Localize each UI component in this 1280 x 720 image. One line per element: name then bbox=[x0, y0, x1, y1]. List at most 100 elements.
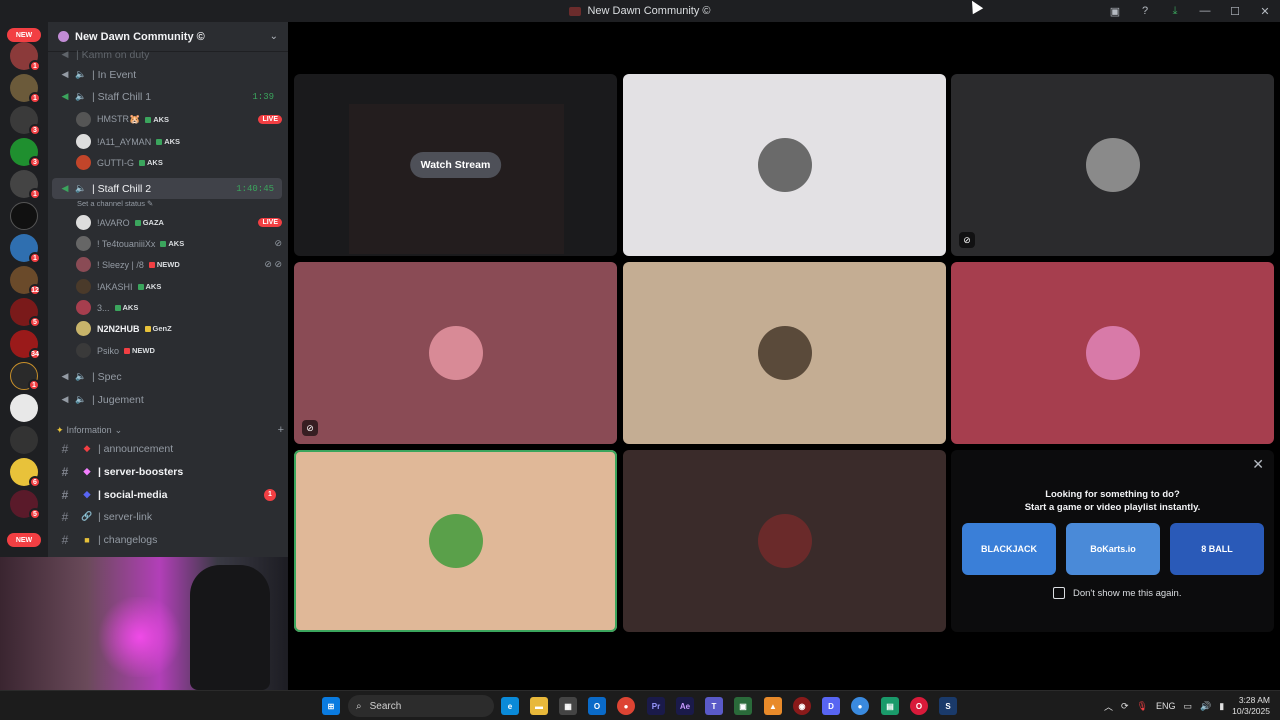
server-icon[interactable]: 3 bbox=[10, 138, 41, 168]
voice-channel[interactable]: ◀ | Kamm on duty bbox=[52, 44, 282, 65]
channel-status[interactable]: Set a channel status ✎ bbox=[77, 199, 153, 208]
server-badge: 5 bbox=[29, 508, 41, 520]
text-channel[interactable]: # ◆ | server-boosters bbox=[52, 461, 282, 482]
chevron-down-icon[interactable]: ⌄ bbox=[270, 31, 278, 42]
voice-user[interactable]: 3... AKS bbox=[76, 297, 282, 318]
participant-tile[interactable] bbox=[623, 74, 946, 256]
voice-user[interactable]: ! Sleezy | /8 NEWD ⊘ ⊘ bbox=[76, 254, 282, 275]
text-channel[interactable]: # ◆ | announcement bbox=[52, 438, 282, 459]
game-card-8ball[interactable]: 8 BALL bbox=[1170, 523, 1264, 575]
voice-icon: ◀ bbox=[61, 183, 69, 193]
new-pill[interactable]: NEW bbox=[7, 533, 41, 547]
server-icon[interactable]: 5 bbox=[10, 490, 41, 520]
watch-stream-button[interactable]: Watch Stream bbox=[409, 152, 502, 178]
server-icon[interactable]: 1 bbox=[10, 170, 41, 200]
voice-user[interactable]: !AVARO GAZA LIVE bbox=[76, 212, 282, 233]
sparkle-icon: ✦ bbox=[56, 424, 64, 435]
server-icon[interactable] bbox=[10, 426, 38, 454]
app-icon[interactable]: ▣ bbox=[734, 697, 752, 715]
participant-tile[interactable] bbox=[294, 450, 617, 632]
taskbar-search[interactable]: ⌕ Search bbox=[348, 695, 494, 717]
sync-icon[interactable]: ⟳ bbox=[1121, 701, 1129, 712]
game-card-bokarts[interactable]: BoKarts.io bbox=[1066, 523, 1160, 575]
outlook-icon[interactable]: O bbox=[588, 697, 606, 715]
voice-channel[interactable]: ◀ 🔈 | Jugement bbox=[52, 389, 282, 410]
chevron-up-icon[interactable]: ︿ bbox=[1104, 700, 1113, 713]
voice-user[interactable]: Psiko NEWD bbox=[76, 340, 282, 361]
store-icon[interactable]: ▦ bbox=[559, 697, 577, 715]
new-pill[interactable]: NEW bbox=[7, 28, 41, 42]
network-icon[interactable]: ▭ bbox=[1183, 701, 1192, 712]
stream-tile[interactable]: Watch Stream bbox=[294, 74, 617, 256]
chrome-icon[interactable]: ● bbox=[617, 697, 635, 715]
download-icon[interactable]: ⤓ bbox=[1160, 0, 1190, 22]
discord-icon[interactable]: D bbox=[822, 697, 840, 715]
dont-show-checkbox[interactable]: Don't show me this again. bbox=[1053, 587, 1181, 599]
voice-channel[interactable]: ◀ 🔈 | In Event bbox=[52, 64, 282, 85]
text-channel[interactable]: # 🔗 | server-link bbox=[52, 506, 282, 527]
voice-user[interactable]: !AKASHI AKS bbox=[76, 276, 282, 297]
voice-channel[interactable]: ◀ 🔈 | Staff Chill 2 1:40:45 bbox=[52, 178, 282, 199]
server-icon[interactable]: 34 bbox=[10, 330, 41, 360]
server-icon[interactable] bbox=[10, 394, 38, 422]
help-icon[interactable]: ? bbox=[1130, 0, 1160, 22]
add-channel-button[interactable]: + bbox=[278, 424, 284, 436]
server-icon[interactable]: 1 bbox=[10, 362, 40, 391]
user-tag: GAZA bbox=[134, 218, 164, 227]
microphone-icon[interactable]: 🎙 bbox=[1137, 701, 1148, 712]
participant-tile[interactable] bbox=[623, 262, 946, 444]
close-icon[interactable]: ✕ bbox=[1252, 456, 1264, 473]
vlc-icon[interactable]: ▲ bbox=[764, 697, 782, 715]
maximize-button[interactable]: ☐ bbox=[1220, 0, 1250, 22]
server-icon[interactable]: 1 bbox=[10, 42, 41, 72]
voice-channel[interactable]: ◀ 🔈 | Staff Chill 1 1:39 bbox=[52, 86, 282, 107]
premiere-icon[interactable]: Pr bbox=[647, 697, 665, 715]
server-icon[interactable]: 5 bbox=[10, 298, 41, 328]
text-channel[interactable]: # ◆ | social-media 1 bbox=[52, 484, 282, 505]
checkbox[interactable] bbox=[1053, 587, 1065, 599]
game-card-blackjack[interactable]: BLACKJACK bbox=[962, 523, 1056, 575]
voice-user[interactable]: !A11_AYMAN AKS bbox=[76, 131, 282, 152]
opera-icon[interactable]: O bbox=[910, 697, 928, 715]
volume-icon[interactable]: 🔊 bbox=[1200, 701, 1211, 712]
screen: New Dawn Community © ▣ ? ⤓ — ☐ ✕ NEW 1 1… bbox=[0, 0, 1280, 720]
participant-tile[interactable]: ⊘ bbox=[294, 262, 617, 444]
clock[interactable]: 3:28 AM 10/3/2025 bbox=[1232, 695, 1270, 717]
app-icon[interactable]: ▤ bbox=[881, 697, 899, 715]
server-icon[interactable] bbox=[10, 202, 38, 230]
file-explorer-icon[interactable]: ▬ bbox=[530, 697, 548, 715]
server-icon[interactable]: 6 bbox=[10, 458, 41, 488]
close-button[interactable]: ✕ bbox=[1250, 0, 1280, 22]
server-icon[interactable]: 12 bbox=[10, 266, 41, 296]
led-glow bbox=[95, 597, 185, 677]
teams-icon[interactable]: T bbox=[705, 697, 723, 715]
battery-icon[interactable]: ▮ bbox=[1219, 701, 1224, 712]
participant-tile[interactable]: ⊘ bbox=[951, 74, 1274, 256]
edge-icon[interactable]: e bbox=[501, 697, 519, 715]
chrome-icon[interactable]: ● bbox=[851, 697, 869, 715]
language-indicator[interactable]: ENG bbox=[1156, 701, 1176, 711]
text-channel[interactable]: # ■ | changelogs bbox=[52, 529, 282, 550]
voice-user[interactable]: GUTTI-G AKS bbox=[76, 152, 282, 173]
minimize-button[interactable]: — bbox=[1190, 0, 1220, 22]
voice-user[interactable]: ! Te4touaniiiXx AKS ⊘ bbox=[76, 233, 282, 254]
start-icon[interactable]: ⊞ bbox=[322, 697, 340, 715]
inbox-icon[interactable]: ▣ bbox=[1100, 0, 1130, 22]
taskbar: ⊞ ⌕ Search e ▬ ▦ O ● Pr Ae T ▣ ▲ ◉ D ● ▤… bbox=[0, 690, 1280, 720]
participant-tile[interactable] bbox=[623, 450, 946, 632]
system-tray: ︿ ⟳ 🎙 ENG ▭ 🔊 ▮ 3:28 AM 10/3/2025 bbox=[1104, 691, 1270, 720]
call-duration: 1:39 bbox=[252, 91, 274, 102]
participant-tile[interactable] bbox=[951, 262, 1274, 444]
server-icon[interactable]: 3 bbox=[10, 106, 41, 136]
app-icon[interactable]: ◉ bbox=[793, 697, 811, 715]
avatar bbox=[76, 112, 91, 127]
server-icon[interactable]: 1 bbox=[10, 234, 41, 264]
voice-channel[interactable]: ◀ 🔈 | Spec bbox=[52, 366, 282, 387]
after-effects-icon[interactable]: Ae bbox=[676, 697, 694, 715]
steam-icon[interactable]: S bbox=[939, 697, 957, 715]
voice-user[interactable]: N2N2HUB GenZ bbox=[76, 318, 282, 339]
category-header[interactable]: ✦ Information ⌄ + bbox=[56, 420, 284, 440]
voice-icon: ◀ bbox=[61, 69, 69, 79]
voice-user[interactable]: HMSTR🐹 AKS LIVE bbox=[76, 109, 282, 130]
server-icon[interactable]: 1 bbox=[10, 74, 41, 104]
